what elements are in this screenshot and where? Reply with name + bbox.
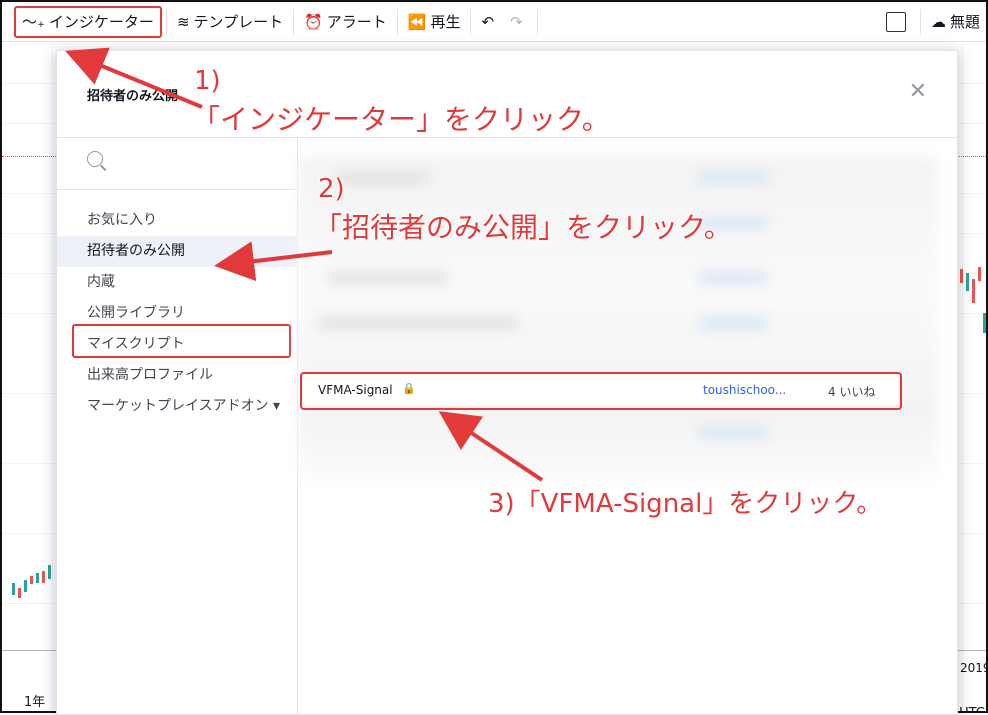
blurred-row bbox=[698, 172, 768, 184]
blurred-row bbox=[698, 427, 768, 439]
category-list: お気に入り 招待者のみ公開 内蔵 公開ライブラリ マイスクリプト 出来高プロファ… bbox=[57, 190, 297, 422]
blurred-row bbox=[328, 272, 448, 284]
grid-line bbox=[52, 43, 53, 711]
candle bbox=[983, 313, 986, 333]
top-toolbar: 〜₊ インジケーター ≋ テンプレート ⏰ アラート ⏪ 再生 ↶ ↷ ☁ 無題 bbox=[2, 2, 986, 42]
candle bbox=[966, 273, 969, 291]
candle bbox=[18, 588, 21, 598]
step2-number: 2) bbox=[318, 174, 345, 204]
search-bar bbox=[57, 137, 297, 190]
templates-button[interactable]: ≋ テンプレート bbox=[171, 7, 289, 37]
step3-instruction: 3)「VFMA-Signal」をクリック。 bbox=[488, 489, 883, 519]
category-marketplace-addons[interactable]: マーケットプレイスアドオン ▾ bbox=[57, 391, 297, 422]
layout-label: 無題 bbox=[949, 13, 980, 31]
undo-button[interactable]: ↶ bbox=[475, 7, 504, 37]
layout-button[interactable]: ☁ 無題 bbox=[925, 7, 986, 37]
indicators-button[interactable]: 〜₊ インジケーター bbox=[14, 5, 162, 38]
candle bbox=[960, 269, 963, 283]
toolbar-divider bbox=[470, 8, 472, 35]
toolbar-divider bbox=[396, 8, 398, 35]
search-icon bbox=[87, 151, 103, 167]
category-panel: お気に入り 招待者のみ公開 内蔵 公開ライブラリ マイスクリプト 出来高プロファ… bbox=[57, 137, 298, 714]
step1-instruction: 「インジケーター」をクリック。 bbox=[192, 103, 610, 136]
undo-icon: ↶ bbox=[481, 12, 495, 31]
search-input[interactable] bbox=[111, 147, 285, 179]
candle bbox=[972, 279, 975, 303]
dialog-title: 招待者のみ公開 bbox=[87, 89, 179, 104]
candle bbox=[978, 267, 981, 281]
indicators-dialog: 招待者のみ公開 ✕ お気に入り 招待者のみ公開 内蔵 公開ライブラリ マイスクリ… bbox=[56, 50, 958, 715]
highlight-invite-only bbox=[72, 324, 291, 358]
cloud-check-icon: ☁ bbox=[930, 12, 946, 31]
blurred-row bbox=[318, 317, 518, 329]
step1-number: 1) bbox=[194, 66, 221, 96]
fullscreen-icon[interactable] bbox=[885, 11, 906, 32]
replay-label: 再生 bbox=[430, 13, 461, 31]
redo-button[interactable]: ↷ bbox=[504, 7, 533, 37]
toolbar-divider bbox=[165, 8, 167, 35]
templates-label: テンプレート bbox=[193, 13, 284, 31]
timeframe-1y-button[interactable]: 1年 bbox=[24, 691, 45, 710]
toolbar-divider bbox=[293, 8, 295, 35]
candle bbox=[48, 565, 51, 579]
category-built-in[interactable]: 内蔵 bbox=[57, 267, 297, 298]
category-invite-only[interactable]: 招待者のみ公開 bbox=[57, 236, 297, 267]
rewind-icon: ⏪ bbox=[407, 12, 427, 31]
close-icon[interactable]: ✕ bbox=[909, 79, 927, 104]
alerts-label: アラート bbox=[326, 13, 387, 31]
highlight-vfma-signal bbox=[300, 372, 902, 410]
toolbar-right: ☁ 無題 bbox=[885, 7, 986, 37]
toolbar-divider bbox=[536, 8, 538, 35]
blurred-row bbox=[698, 272, 768, 284]
candle bbox=[36, 573, 39, 583]
category-volume-profile[interactable]: 出来高プロファイル bbox=[57, 360, 297, 391]
alarm-clock-icon: ⏰ bbox=[304, 12, 323, 31]
category-favorites[interactable]: お気に入り bbox=[57, 205, 297, 236]
redo-icon: ↷ bbox=[510, 12, 523, 31]
alerts-button[interactable]: ⏰ アラート bbox=[298, 7, 393, 37]
grid-line bbox=[962, 43, 963, 711]
toolbar-divider bbox=[919, 8, 921, 35]
candle bbox=[42, 571, 45, 583]
blurred-row bbox=[338, 172, 428, 184]
blurred-row bbox=[698, 317, 768, 329]
candle bbox=[24, 580, 27, 592]
candle bbox=[30, 576, 33, 584]
candle bbox=[12, 583, 15, 595]
timezone-label[interactable]: ) (UTC bbox=[954, 691, 986, 711]
replay-button[interactable]: ⏪ 再生 bbox=[402, 7, 467, 37]
step2-instruction: 「招待者のみ公開」をクリック。 bbox=[314, 211, 732, 244]
templates-icon: ≋ bbox=[176, 12, 190, 31]
indicators-icon: 〜₊ bbox=[22, 13, 45, 31]
date-tick-label: 2019 bbox=[960, 661, 986, 675]
indicators-label: インジケーター bbox=[48, 13, 154, 31]
